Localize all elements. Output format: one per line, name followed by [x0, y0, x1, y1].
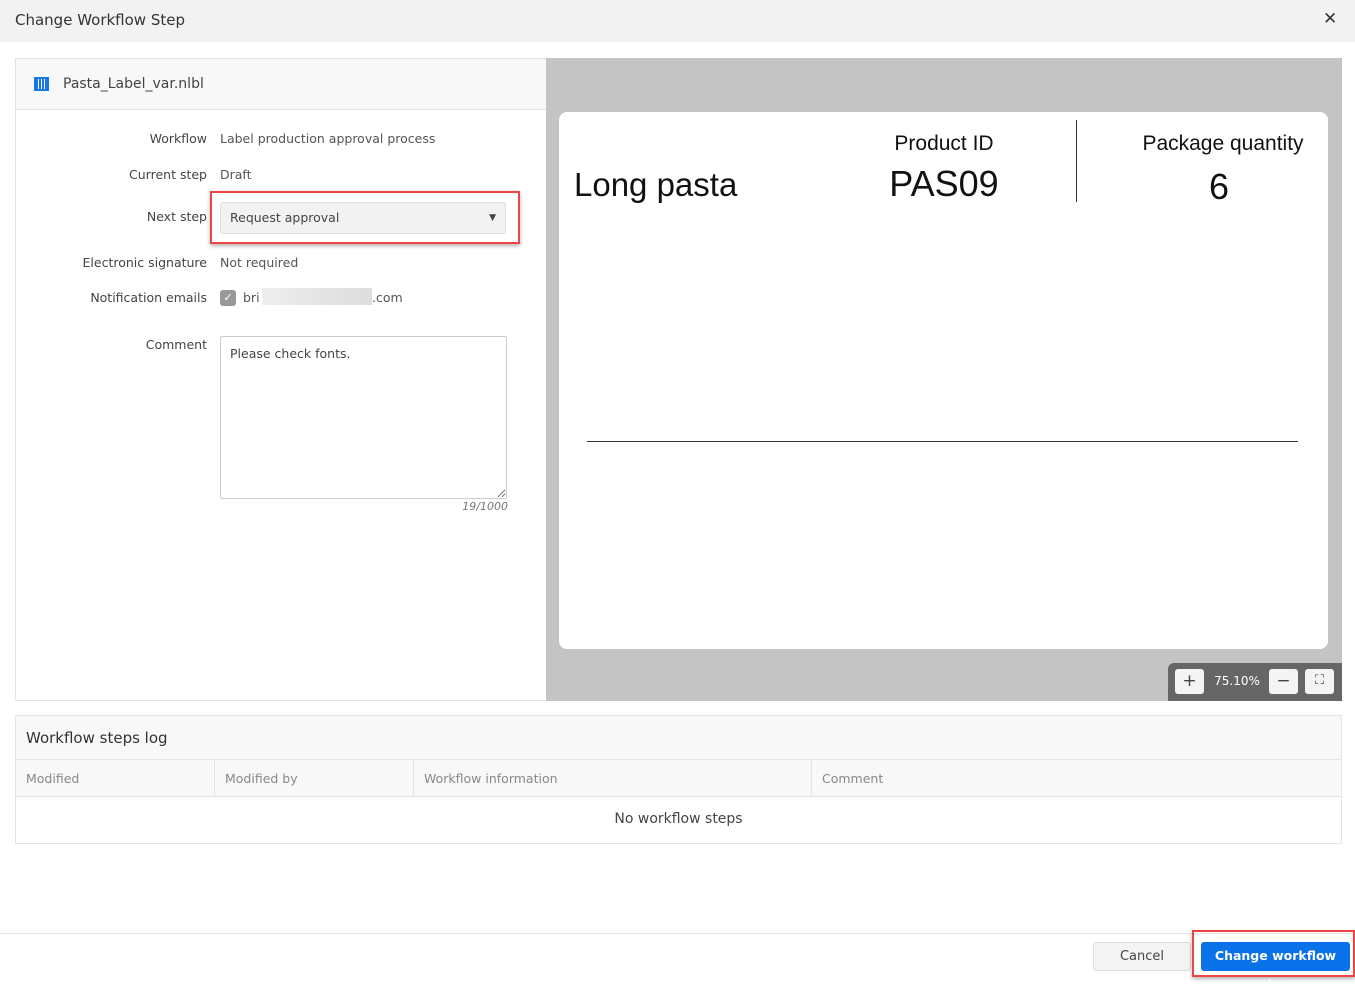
workflow-label: Workflow	[149, 131, 207, 146]
zoom-in-button[interactable]: +	[1175, 669, 1204, 694]
comment-input[interactable]: Please check fonts.	[220, 336, 507, 499]
label-quantity: 6	[1208, 166, 1230, 207]
label-divider	[1076, 120, 1077, 202]
log-empty-message: No workflow steps	[614, 811, 743, 827]
email-checkbox[interactable]: ✓	[220, 290, 236, 306]
next-step-label: Next step	[146, 209, 207, 224]
barcode-icon	[34, 77, 49, 91]
footer-divider	[0, 933, 1355, 934]
zoom-out-button[interactable]: −	[1269, 669, 1298, 694]
email-prefix: bri	[243, 290, 260, 305]
zoom-level: 75.10%	[1214, 674, 1260, 688]
redacted-email	[262, 288, 372, 305]
emails-label: Notification emails	[90, 290, 207, 305]
signature-label: Electronic signature	[82, 255, 207, 270]
close-icon[interactable]: ✕	[1323, 9, 1337, 29]
label-product-name: Long pasta	[574, 166, 738, 203]
next-step-select[interactable]: Request approval ▼	[220, 202, 506, 234]
comment-label: Comment	[145, 337, 207, 352]
file-name: Pasta_Label_var.nlbl	[63, 76, 204, 92]
column-workflow-information[interactable]: Workflow information	[413, 759, 812, 797]
label-line	[587, 441, 1298, 442]
dialog-titlebar	[0, 0, 1355, 42]
signature-value: Not required	[220, 255, 299, 270]
label-quantity-title: Package quantity	[1142, 132, 1304, 155]
cancel-button[interactable]: Cancel	[1093, 942, 1191, 971]
caret-down-icon: ▼	[489, 213, 496, 223]
current-step-label: Current step	[129, 167, 207, 182]
column-comment[interactable]: Comment	[811, 759, 1342, 797]
dialog-title: Change Workflow Step	[15, 11, 185, 29]
current-step-value: Draft	[220, 167, 252, 182]
log-title: Workflow steps log	[26, 729, 168, 747]
label-product-id-title: Product ID	[894, 132, 994, 155]
column-modified[interactable]: Modified	[15, 759, 215, 797]
fullscreen-icon[interactable]: ⛶	[1305, 669, 1334, 694]
next-step-value: Request approval	[230, 210, 340, 225]
comment-counter: 19/1000	[462, 500, 508, 513]
change-workflow-step-button[interactable]: Change workflow step	[1201, 942, 1350, 991]
column-modified-by[interactable]: Modified by	[214, 759, 414, 797]
label-product-id: PAS09	[889, 163, 999, 204]
email-suffix: .com	[372, 290, 403, 305]
workflow-value: Label production approval process	[220, 131, 436, 146]
log-header	[15, 715, 1342, 760]
